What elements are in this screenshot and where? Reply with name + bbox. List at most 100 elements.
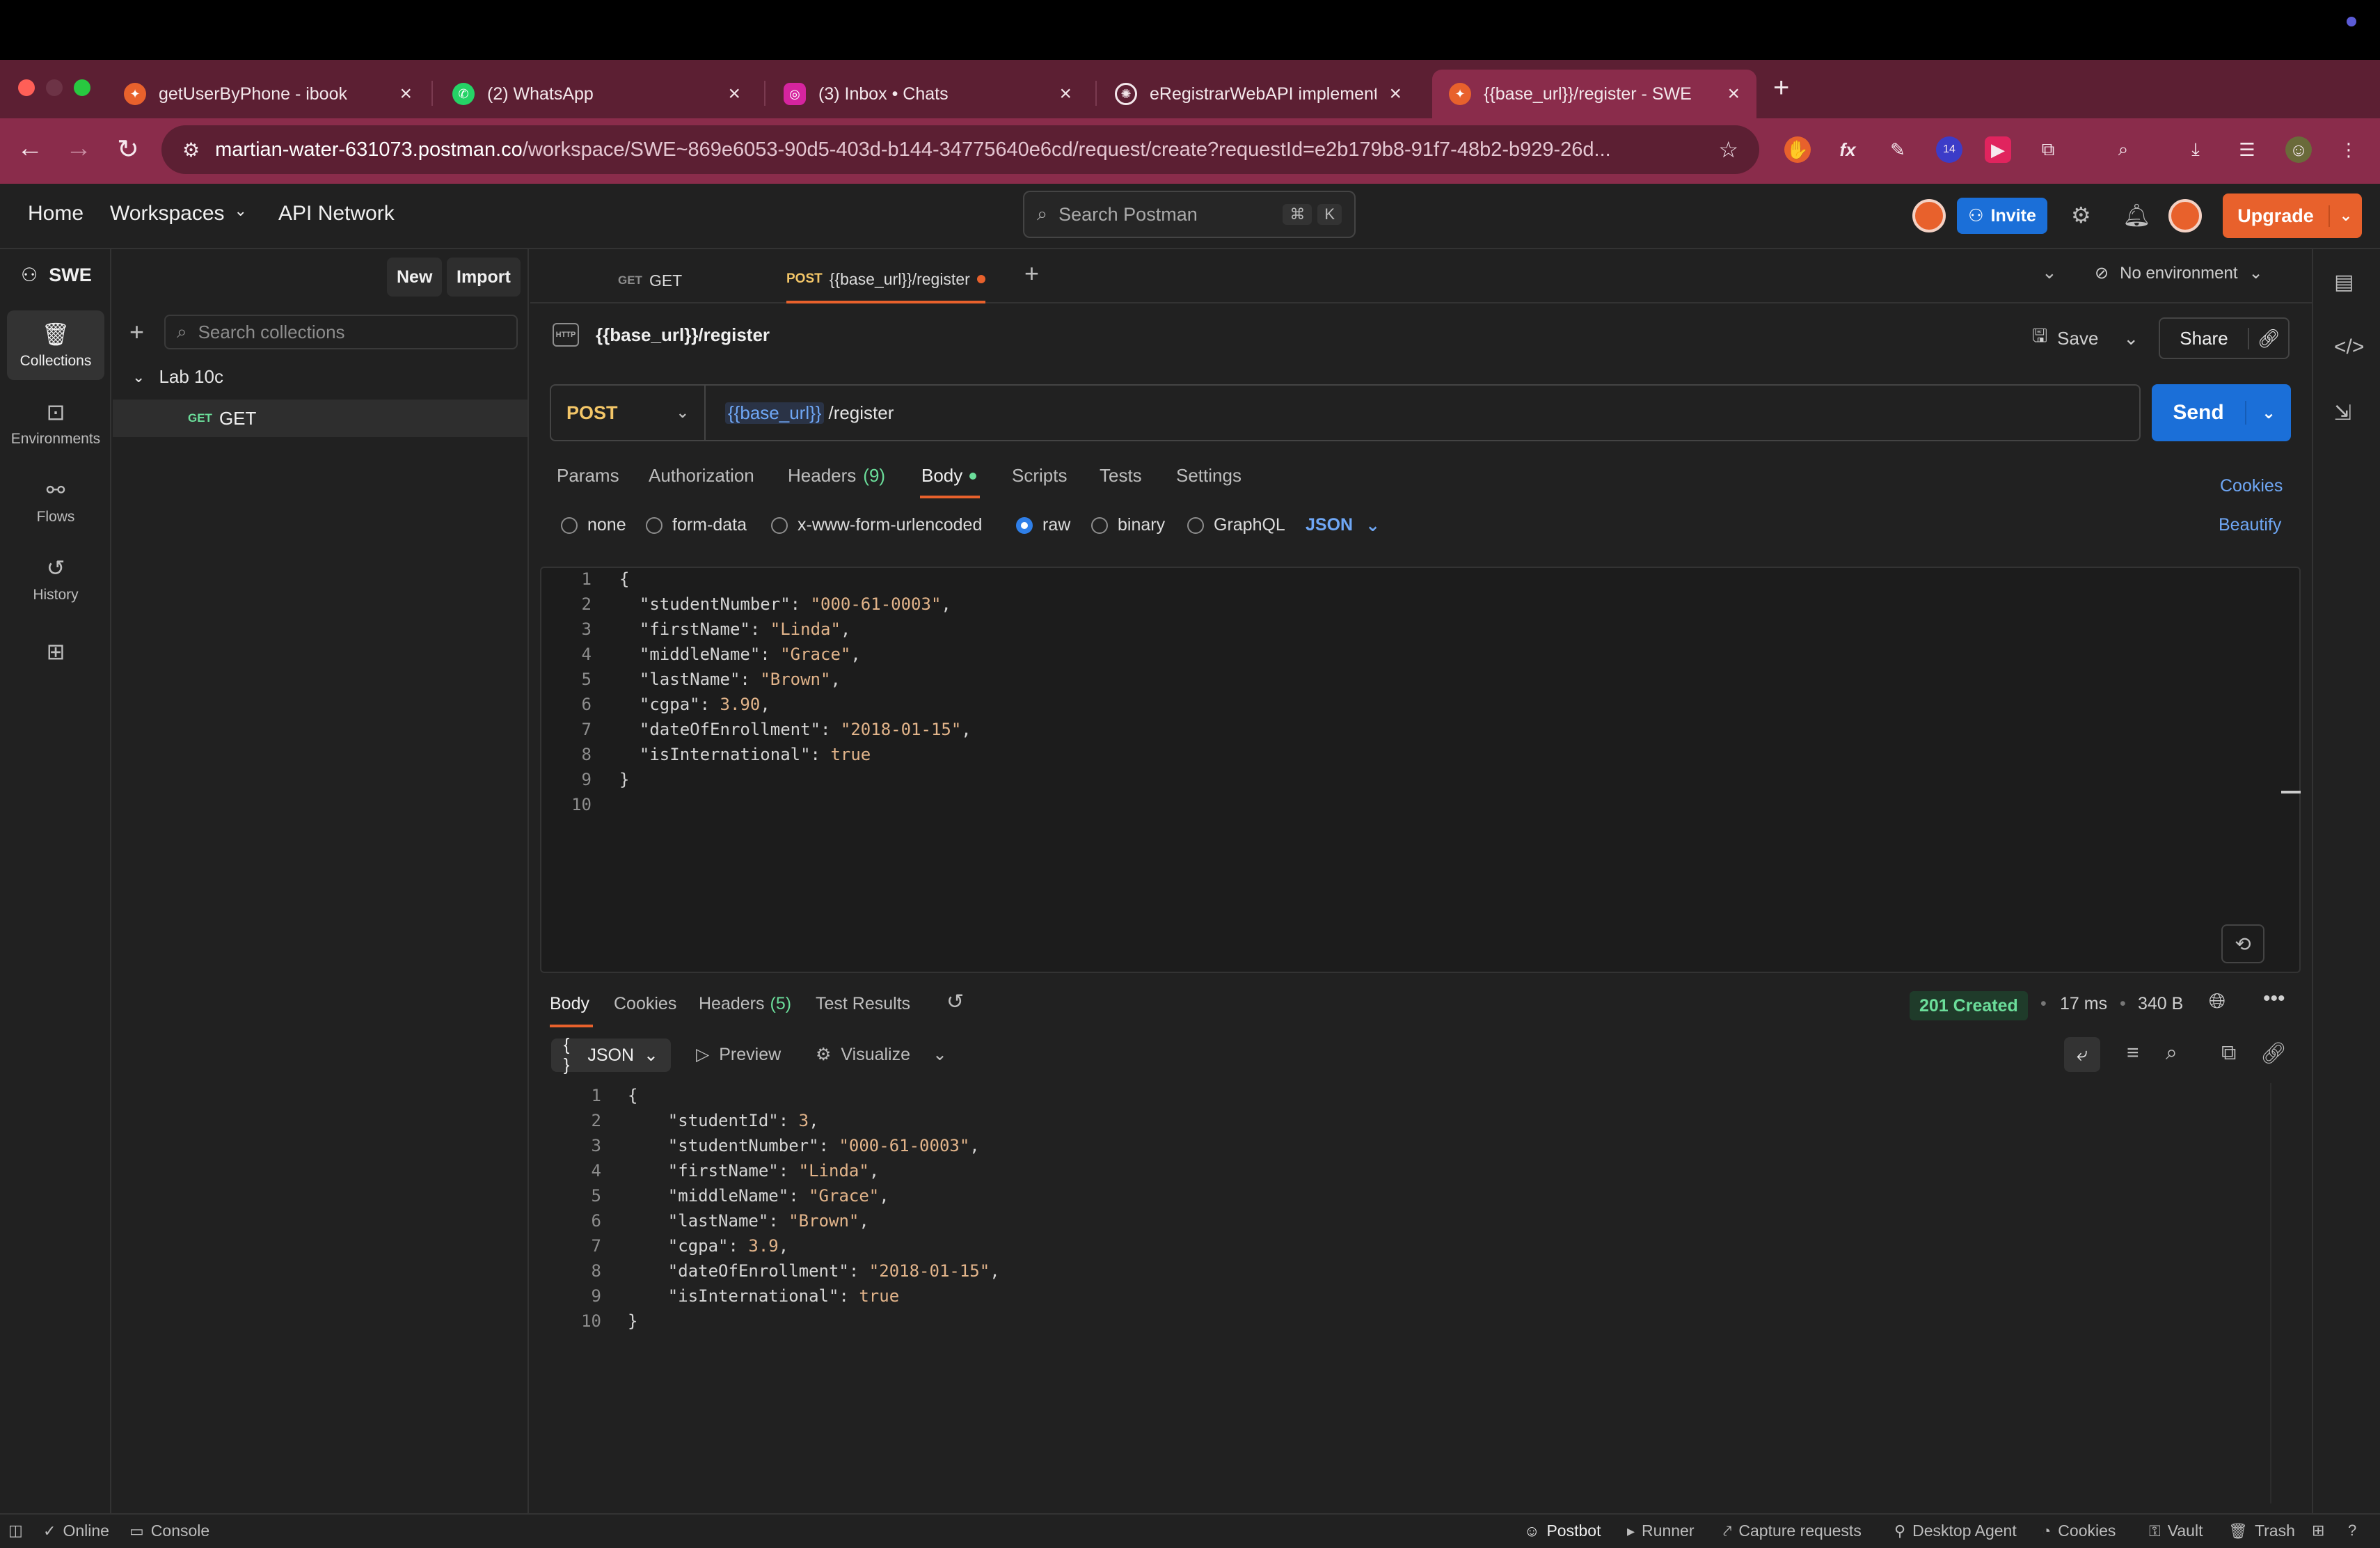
preview-button[interactable]: ▷ Preview (696, 1044, 781, 1065)
environment-selector[interactable]: ⊘ No environment ⌄ (2095, 263, 2263, 283)
response-format-select[interactable]: { } JSON ⌄ (551, 1035, 671, 1075)
rail-history[interactable]: ↺ History (7, 544, 104, 614)
user-avatar[interactable] (2168, 199, 2202, 232)
radio-button[interactable] (561, 516, 578, 534)
body-mode-raw[interactable]: raw (1016, 515, 1070, 535)
add-collection-icon[interactable]: + (129, 317, 144, 347)
radio-button[interactable] (771, 516, 788, 534)
copy-icon[interactable]: ⧉ (2221, 1041, 2236, 1065)
runner-button[interactable]: ▸ Runner (1627, 1522, 1694, 1540)
close-icon[interactable]: × (1059, 82, 1072, 106)
close-icon[interactable]: × (728, 82, 740, 106)
back-icon[interactable]: ← (17, 134, 43, 164)
response-tab-body[interactable]: Body (550, 994, 589, 1014)
cookies-button[interactable]: ◔ Cookies (2042, 1522, 2116, 1540)
cookies-link[interactable]: Cookies (2220, 476, 2283, 496)
documentation-icon[interactable]: ▤ (2334, 270, 2354, 294)
new-button[interactable]: New (387, 258, 443, 297)
forward-icon[interactable]: → (65, 134, 92, 164)
request-title-text[interactable]: {{base_url}}/register (596, 324, 770, 346)
tab-authorization[interactable]: Authorization (649, 465, 754, 487)
body-mode-form-data[interactable]: form-data (646, 515, 747, 535)
request-tab[interactable]: GET GET (618, 258, 682, 303)
site-settings-icon[interactable]: ⚙ (182, 139, 200, 161)
request-tab-active[interactable]: POST {{base_url}}/register (786, 258, 985, 303)
formula-extension-icon[interactable]: fx (1834, 136, 1861, 163)
code-icon[interactable]: </> (2334, 335, 2364, 359)
body-mode-urlencoded[interactable]: x-www-form-urlencoded (771, 515, 982, 535)
link-icon[interactable]: 🔗︎ (2249, 328, 2288, 349)
team-avatar[interactable] (1912, 199, 1946, 232)
language-select[interactable]: JSON ⌄ (1306, 515, 1380, 536)
layout-icon[interactable]: ⊞ (2312, 1522, 2324, 1540)
invite-button[interactable]: ⚇ Invite (1957, 198, 2047, 234)
close-icon[interactable]: × (1727, 82, 1740, 106)
radio-button[interactable] (1187, 516, 1204, 534)
close-icon[interactable]: × (1389, 82, 1402, 106)
import-button[interactable]: Import (447, 258, 521, 297)
body-mode-graphql[interactable]: GraphQL (1187, 515, 1285, 535)
settings-gear-icon[interactable]: ⚙ (2071, 202, 2091, 228)
browser-tab[interactable]: ✺ eRegistrarWebAPI implement × (1098, 70, 1418, 118)
window-minimize-button[interactable] (46, 79, 63, 96)
toggle-sidebar-icon[interactable]: ◫ (8, 1522, 23, 1540)
method-select[interactable]: POST ⌄ (551, 386, 706, 440)
save-button[interactable]: 🖫︎ Save ⌄ (2032, 323, 2139, 354)
rail-environments[interactable]: ⊡ Environments (7, 388, 104, 458)
wrap-lines-icon[interactable]: ⤶ (2064, 1037, 2100, 1072)
browser-tab[interactable]: ◎ (3) Inbox • Chats × (767, 70, 1088, 118)
window-close-button[interactable] (18, 79, 35, 96)
rail-flows[interactable]: ⚯ Flows (7, 466, 104, 536)
tab-params[interactable]: Params (557, 465, 619, 487)
download-icon[interactable]: ⤓ (2182, 136, 2209, 163)
close-icon[interactable]: × (399, 82, 412, 106)
body-mode-binary[interactable]: binary (1091, 515, 1165, 535)
chevron-down-icon[interactable]: ⌄ (2246, 403, 2291, 423)
browser-menu-icon[interactable]: ⋮ (2335, 136, 2362, 163)
beautify-link[interactable]: Beautify (2219, 515, 2281, 535)
new-tab-button[interactable]: + (1773, 72, 1789, 104)
vault-button[interactable]: ⚿ Vault (2149, 1522, 2203, 1540)
radio-button[interactable] (646, 516, 663, 534)
global-search[interactable]: ⌕ Search Postman ⌘ K (1023, 191, 1356, 238)
reload-icon[interactable]: ↻ (117, 134, 139, 165)
response-tab-test-results[interactable]: Test Results (816, 994, 910, 1014)
tab-settings[interactable]: Settings (1176, 465, 1241, 487)
response-size[interactable]: 340 B (2138, 994, 2183, 1014)
postbot-assist-icon[interactable]: ⟲ (2221, 924, 2264, 963)
chevron-down-icon[interactable]: ⌄ (2123, 328, 2139, 349)
address-bar[interactable]: ⚙ martian-water-631073.postman.co /works… (161, 125, 1759, 174)
browser-tab[interactable]: ✆ (2) WhatsApp × (436, 70, 757, 118)
browser-tab[interactable]: ✦ getUserByPhone - ibook × (107, 70, 429, 118)
radio-button[interactable] (1091, 516, 1108, 534)
response-tab-headers[interactable]: Headers (5) (699, 994, 791, 1014)
nav-home[interactable]: Home (28, 202, 84, 226)
filter-icon[interactable]: ≡ (2127, 1041, 2139, 1065)
collection-folder[interactable]: ⌄ Lab 10c (132, 366, 223, 388)
rail-collections[interactable]: 🗑︎ Collections (7, 310, 104, 380)
radio-button-selected[interactable] (1016, 516, 1033, 534)
tab-tests[interactable]: Tests (1100, 465, 1142, 487)
chevron-down-icon[interactable]: ⌄ (2330, 207, 2362, 225)
postbot-button[interactable]: ☺ Postbot (1524, 1522, 1601, 1540)
body-mode-none[interactable]: none (561, 515, 626, 535)
link-icon[interactable]: 🔗︎ (2260, 1041, 2287, 1066)
search-icon[interactable]: ⌕ (2166, 1041, 2177, 1065)
video-extension-icon[interactable]: ▶ (1985, 136, 2011, 163)
browser-tab-active[interactable]: ✦ {{base_url}}/register - SWE × (1432, 70, 1756, 118)
chevron-down-icon[interactable]: ⌄ (933, 1044, 947, 1065)
tab-search-icon[interactable]: ⌕ (2110, 136, 2136, 163)
help-icon[interactable]: ? (2348, 1522, 2356, 1540)
extensions-puzzle-icon[interactable]: ⧉ (2035, 136, 2061, 163)
collection-request-item[interactable]: GET GET (113, 400, 527, 437)
tabs-dropdown-icon[interactable]: ⌄ (2042, 262, 2057, 283)
workspace-name[interactable]: ⚇ SWE (21, 264, 92, 286)
eyedropper-extension-icon[interactable]: ✎ (1885, 136, 1911, 163)
nav-api-network[interactable]: API Network (278, 202, 395, 226)
extension-icon[interactable]: ✋ (1784, 136, 1811, 163)
network-globe-icon[interactable]: 🌐︎ (2209, 990, 2226, 1013)
add-tab-icon[interactable]: + (1024, 259, 1039, 288)
response-time[interactable]: 17 ms (2060, 994, 2107, 1014)
visualize-button[interactable]: ⚙ Visualize ⌄ (816, 1044, 947, 1065)
rail-configure[interactable]: ⊞ (7, 631, 104, 672)
